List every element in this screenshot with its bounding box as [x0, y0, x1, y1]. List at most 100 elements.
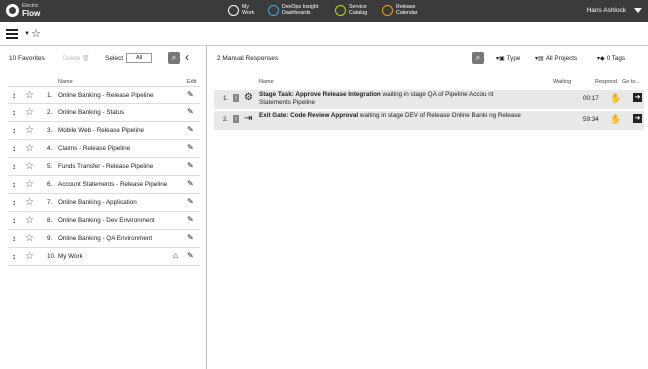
- edit-pencil-icon[interactable]: ✎: [187, 125, 194, 134]
- favorite-name[interactable]: Claims - Release Pipeline: [58, 145, 130, 152]
- favorite-name[interactable]: Online Banking - Application: [58, 199, 137, 206]
- favorite-number: 4.: [47, 145, 53, 152]
- edit-pencil-icon[interactable]: ✎: [187, 215, 194, 224]
- favorite-row[interactable]: ↕ ☆ 1. Online Banking - Release Pipeline…: [8, 86, 200, 104]
- responses-search-icon[interactable]: ⌕: [472, 52, 484, 64]
- star-icon[interactable]: ☆: [25, 107, 34, 118]
- response-description[interactable]: Stage Task: Approve Release Integration …: [259, 91, 524, 107]
- electric-flow-logo[interactable]: Electric Flow: [6, 3, 41, 18]
- favorite-name[interactable]: Funds Transfer - Release Pipeline: [58, 163, 153, 170]
- user-menu-caret-icon[interactable]: [634, 8, 642, 13]
- drag-handle-icon[interactable]: ↕: [12, 234, 16, 243]
- favorite-row[interactable]: ↕ ☆ 4. Claims - Release Pipeline ✎: [8, 140, 200, 158]
- star-icon[interactable]: ☆: [25, 215, 34, 226]
- favorite-name[interactable]: Online Banking - Dev Environment: [58, 217, 155, 224]
- drag-handle-icon[interactable]: ↕: [12, 144, 16, 153]
- star-icon[interactable]: ☆: [25, 161, 34, 172]
- nav-service-catalog-label: Service Catalog: [349, 4, 368, 16]
- type-filter[interactable]: ▾▣ Type: [496, 55, 520, 62]
- edit-pencil-icon[interactable]: ✎: [187, 107, 194, 116]
- response-description[interactable]: Exit Gate: Code Review Approval waiting …: [259, 112, 524, 120]
- favorites-dropdown[interactable]: ▼ ☆: [24, 27, 41, 40]
- drag-handle-icon[interactable]: ↕: [12, 216, 16, 225]
- respond-hand-icon[interactable]: ✋: [610, 93, 621, 104]
- favorite-row[interactable]: ↕ ☆ 5. Funds Transfer - Release Pipeline…: [8, 158, 200, 176]
- favorite-row[interactable]: ↕ ☆ 2. Online Banking - Status ✎: [8, 104, 200, 122]
- type-filter-label: Type: [506, 55, 521, 62]
- star-outline-icon: ☆: [30, 28, 41, 40]
- response-title[interactable]: Stage Task: Approve Release Integration: [259, 91, 381, 98]
- star-icon[interactable]: ☆: [25, 251, 34, 262]
- nav-my-work-label: My Work: [242, 4, 255, 16]
- calendar-icon: [382, 4, 393, 16]
- projects-filter[interactable]: ▾▤ All Projects: [535, 55, 577, 62]
- edit-pencil-icon[interactable]: ✎: [187, 143, 194, 152]
- response-row[interactable]: 1. i ⚙ Stage Task: Approve Release Integ…: [214, 90, 644, 109]
- favorite-name[interactable]: My Work: [58, 253, 83, 260]
- manual-responses-panel: 2 Manual Responses ⌕ ▾▣ Type ▾▤ All Proj…: [208, 46, 648, 369]
- info-icon[interactable]: i: [233, 115, 239, 123]
- star-icon[interactable]: ☆: [25, 179, 34, 190]
- tags-filter[interactable]: ▾◆ 0 Tags: [597, 55, 625, 62]
- home-icon[interactable]: ⌂: [173, 251, 178, 260]
- favorite-number: 6.: [47, 181, 53, 188]
- goto-arrow-icon[interactable]: ➜: [633, 93, 642, 102]
- favorites-list: ↕ ☆ 1. Online Banking - Release Pipeline…: [8, 86, 200, 266]
- drag-handle-icon[interactable]: ↕: [12, 252, 16, 261]
- collapse-panel-icon[interactable]: ‹: [185, 50, 189, 64]
- col-header-name: Name: [259, 79, 274, 85]
- favorite-number: 1.: [47, 92, 53, 99]
- favorite-row[interactable]: ↕ ☆ 8. Online Banking - Dev Environment …: [8, 212, 200, 230]
- star-icon[interactable]: ☆: [25, 125, 34, 136]
- response-number: 2.: [223, 116, 229, 123]
- nav-service-catalog[interactable]: Service Catalog: [335, 4, 367, 16]
- favorite-row[interactable]: ↕ ☆ 6. Account Statements - Release Pipe…: [8, 176, 200, 194]
- info-icon[interactable]: i: [233, 94, 239, 102]
- edit-pencil-icon[interactable]: ✎: [187, 90, 194, 99]
- logo-big-text: Flow: [22, 9, 41, 18]
- user-name[interactable]: Hans Ashlock: [587, 7, 626, 14]
- favorites-search-icon[interactable]: ⌕: [168, 52, 180, 64]
- favorite-name[interactable]: Online Banking - Status: [58, 109, 124, 116]
- star-icon[interactable]: ☆: [25, 233, 34, 244]
- col-header-name: Name: [58, 79, 73, 85]
- goto-arrow-icon[interactable]: ➜: [633, 114, 642, 123]
- favorite-name[interactable]: Online Banking - QA Environment: [58, 235, 152, 242]
- favorite-name[interactable]: Mobile Web - Release Pipeline: [58, 127, 144, 134]
- favorite-row[interactable]: ↕ ☆ 7. Online Banking - Application ✎: [8, 194, 200, 212]
- gear-icon: ⚙: [244, 92, 253, 103]
- favorite-row[interactable]: ↕ ☆ 10. My Work ⌂ ✎: [8, 248, 200, 266]
- drag-handle-icon[interactable]: ↕: [12, 126, 16, 135]
- drag-handle-icon[interactable]: ↕: [12, 180, 16, 189]
- edit-pencil-icon[interactable]: ✎: [187, 161, 194, 170]
- star-icon[interactable]: ☆: [25, 143, 34, 154]
- response-title[interactable]: Exit Gate: Code Review Approval: [259, 112, 358, 119]
- drag-handle-icon[interactable]: ↕: [12, 108, 16, 117]
- tag-icon: ▾◆: [597, 56, 605, 62]
- favorites-count: 10 Favorites: [9, 55, 45, 62]
- delete-button[interactable]: Delete 🗑: [63, 55, 90, 62]
- favorite-row[interactable]: ↕ ☆ 9. Online Banking - QA Environment ✎: [8, 230, 200, 248]
- edit-pencil-icon[interactable]: ✎: [187, 179, 194, 188]
- edit-pencil-icon[interactable]: ✎: [187, 251, 194, 260]
- drag-handle-icon[interactable]: ↕: [12, 198, 16, 207]
- response-row[interactable]: 2. i ⇥ Exit Gate: Code Review Approval w…: [214, 111, 644, 130]
- caret-down-icon: ▼: [24, 30, 30, 37]
- edit-pencil-icon[interactable]: ✎: [187, 233, 194, 242]
- favorite-name[interactable]: Online Banking - Release Pipeline: [58, 92, 154, 99]
- favorite-name[interactable]: Account Statements - Release Pipeline: [58, 181, 167, 188]
- star-icon[interactable]: ☆: [25, 90, 34, 101]
- drag-handle-icon[interactable]: ↕: [12, 91, 16, 100]
- favorite-row[interactable]: ↕ ☆ 3. Mobile Web - Release Pipeline ✎: [8, 122, 200, 140]
- nav-devops-insight[interactable]: DevOps Insight Dashboards: [268, 4, 318, 16]
- select-all-dropdown[interactable]: All: [126, 53, 152, 63]
- drag-handle-icon[interactable]: ↕: [12, 162, 16, 171]
- respond-hand-icon[interactable]: ✋: [610, 114, 621, 125]
- nav-my-work[interactable]: My Work: [228, 4, 254, 16]
- edit-pencil-icon[interactable]: ✎: [187, 197, 194, 206]
- dashboard-icon: [268, 4, 279, 16]
- hamburger-menu-icon[interactable]: [6, 29, 18, 41]
- star-icon[interactable]: ☆: [25, 197, 34, 208]
- projects-filter-label: All Projects: [545, 55, 578, 62]
- nav-release-calendar[interactable]: Release Calendar: [382, 4, 418, 16]
